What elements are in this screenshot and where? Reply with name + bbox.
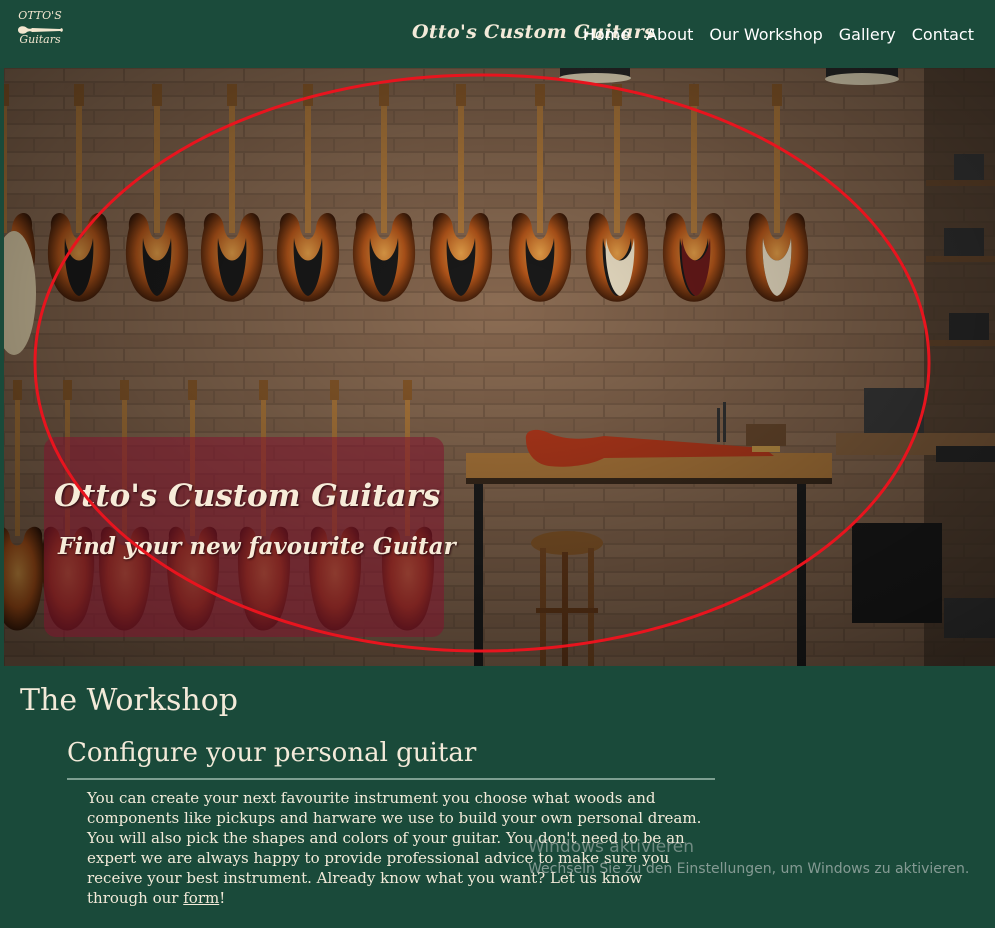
navbar: OTTO'S Guitars Otto's Custom Guitars Hom…: [0, 0, 995, 68]
form-link[interactable]: form: [183, 889, 219, 907]
section-divider: [67, 778, 715, 780]
hero-subtitle: Find your new favourite Guitar: [58, 533, 456, 560]
site-logo[interactable]: OTTO'S Guitars: [12, 10, 68, 56]
logo-line1: OTTO'S: [18, 9, 62, 22]
hero-title: Otto's Custom Guitars: [54, 478, 441, 514]
paragraph-end: !: [219, 889, 226, 907]
guitar-icon: [18, 26, 63, 34]
nav-about-link[interactable]: About: [646, 25, 693, 44]
nav-links: Home About Our Workshop Gallery Contact: [583, 25, 974, 44]
hero-banner: Otto's Custom Guitars Find your new favo…: [4, 68, 995, 666]
nav-contact-link[interactable]: Contact: [912, 25, 974, 44]
nav-home-link[interactable]: Home: [583, 25, 630, 44]
windows-activation-subtitle: Wechseln Sie zu den Einstellungen, um Wi…: [528, 861, 970, 877]
section-heading-workshop: The Workshop: [20, 683, 238, 718]
windows-activation-title: Windows aktivieren: [528, 837, 695, 857]
nav-workshop-link[interactable]: Our Workshop: [709, 25, 822, 44]
configure-guitar-heading: Configure your personal guitar: [67, 738, 477, 768]
nav-gallery-link[interactable]: Gallery: [839, 25, 896, 44]
